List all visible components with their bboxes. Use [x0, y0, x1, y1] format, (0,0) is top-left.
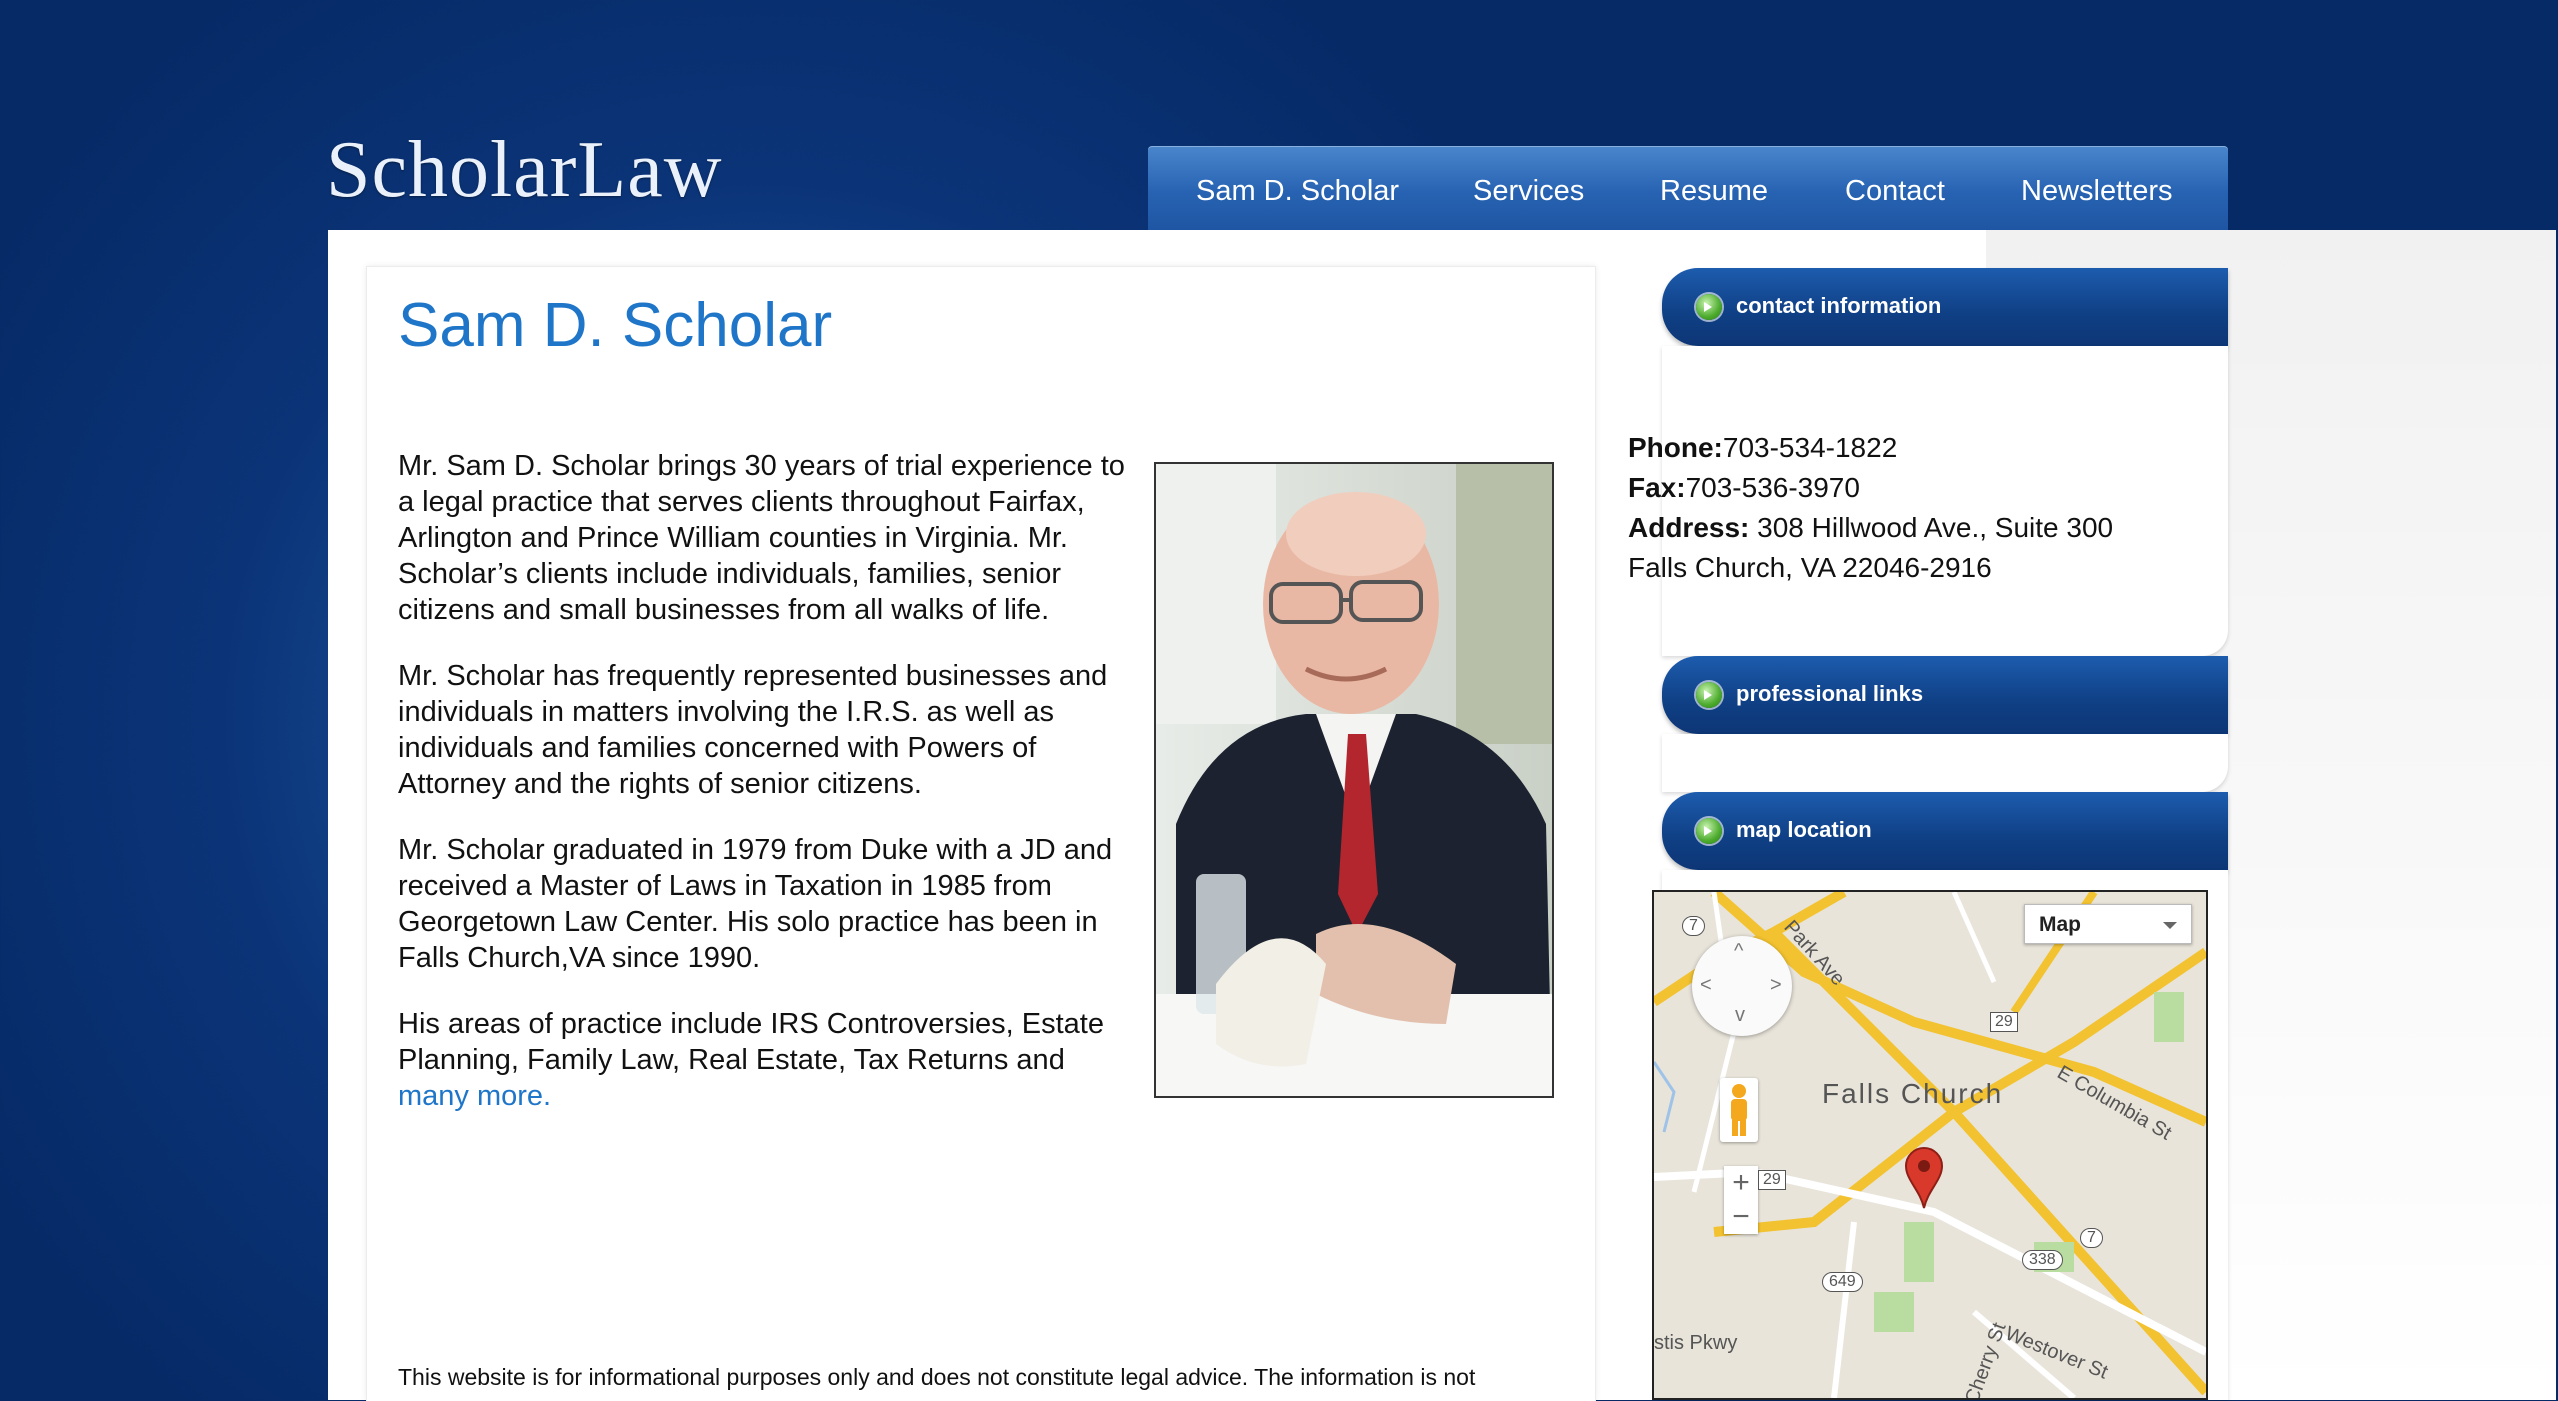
fax-line: Fax:703-536-3970 — [1628, 472, 1860, 504]
phone-label: Phone: — [1628, 432, 1723, 463]
arrow-circle-icon — [1696, 818, 1722, 844]
street-view-pegman-icon[interactable] — [1720, 1078, 1758, 1142]
pan-up-icon[interactable]: ^ — [1734, 940, 1743, 963]
professional-links-panel — [1662, 734, 2228, 792]
zoom-out-button[interactable]: − — [1724, 1200, 1758, 1234]
bio-paragraph: Mr. Scholar has frequently represented b… — [398, 660, 1108, 800]
nav-item-services[interactable]: Services — [1473, 146, 1584, 230]
bio-paragraph-text: His areas of practice include IRS Contro… — [398, 1008, 1104, 1076]
bio-paragraph: His areas of practice include IRS Contro… — [398, 1006, 1126, 1114]
attorney-photo — [1154, 462, 1554, 1098]
arrow-circle-icon — [1696, 682, 1722, 708]
map-location-tab[interactable]: map location — [1662, 792, 2228, 870]
address-label: Address: — [1628, 512, 1750, 543]
chevron-down-icon — [2163, 922, 2177, 929]
route-shield: 7 — [2080, 1228, 2103, 1248]
bio-paragraph: Mr. Sam D. Scholar brings 30 years of tr… — [398, 450, 1125, 626]
arrow-circle-icon — [1696, 294, 1722, 320]
portrait-illustration — [1156, 464, 1552, 1096]
route-shield: 649 — [1822, 1272, 1863, 1292]
fax-number: 703-536-3970 — [1685, 472, 1860, 503]
nav-item-newsletters[interactable]: Newsletters — [2021, 146, 2173, 230]
nav-item-contact[interactable]: Contact — [1845, 146, 1945, 230]
pan-right-icon[interactable]: > — [1770, 974, 1782, 997]
google-map[interactable]: Map ^ < > v + − Falls Church Park Ave E … — [1652, 890, 2208, 1400]
biography: Mr. Sam D. Scholar brings 30 years of tr… — [398, 448, 1126, 1144]
pan-down-icon[interactable]: v — [1735, 1004, 1745, 1027]
main-nav: Sam D. Scholar Services Resume Contact N… — [1148, 146, 2228, 230]
address-line: Address: 308 Hillwood Ave., Suite 300 — [1628, 512, 2113, 544]
professional-links-tab[interactable]: professional links — [1662, 656, 2228, 734]
contact-information-tab[interactable]: contact information — [1662, 268, 2228, 346]
address-street: 308 Hillwood Ave., Suite 300 — [1749, 512, 2114, 543]
bio-paragraph: Mr. Scholar graduated in 1979 from Duke … — [398, 834, 1113, 974]
route-shield: 7 — [1682, 916, 1705, 936]
contact-information-label: contact information — [1736, 293, 1942, 318]
map-city-label: Falls Church — [1822, 1078, 2004, 1109]
nav-item-resume[interactable]: Resume — [1660, 146, 1768, 230]
zoom-in-button[interactable]: + — [1724, 1166, 1758, 1200]
phone-line: Phone:703-534-1822 — [1628, 432, 1897, 464]
zoom-control: + − — [1724, 1166, 1758, 1234]
address-city-line: Falls Church, VA 22046-2916 — [1628, 552, 1992, 583]
phone-number: 703-534-1822 — [1722, 432, 1898, 463]
map-location-label: map location — [1736, 817, 1872, 842]
legal-disclaimer: This website is for informational purpos… — [398, 1364, 1476, 1390]
pan-control[interactable]: ^ < > v — [1692, 936, 1792, 1036]
many-more-link[interactable]: many more. — [398, 1080, 551, 1112]
route-shield: 338 — [2022, 1250, 2063, 1270]
site-logo[interactable]: ScholarLaw — [326, 125, 723, 216]
pegman-figure — [1731, 1084, 1747, 1136]
fax-label: Fax: — [1628, 472, 1686, 503]
route-shield: 29 — [1990, 1012, 2018, 1032]
map-type-select[interactable]: Map — [2024, 904, 2192, 944]
page-title: Sam D. Scholar — [398, 291, 833, 360]
road-label: stis Pkwy — [1654, 1332, 1738, 1354]
route-shield: 29 — [1758, 1170, 1786, 1190]
nav-item-sam-d-scholar[interactable]: Sam D. Scholar — [1196, 146, 1399, 230]
pan-left-icon[interactable]: < — [1700, 974, 1712, 997]
professional-links-label: professional links — [1736, 681, 1924, 706]
location-marker-icon[interactable] — [1904, 1146, 1944, 1210]
map-type-value: Map — [2039, 913, 2081, 936]
